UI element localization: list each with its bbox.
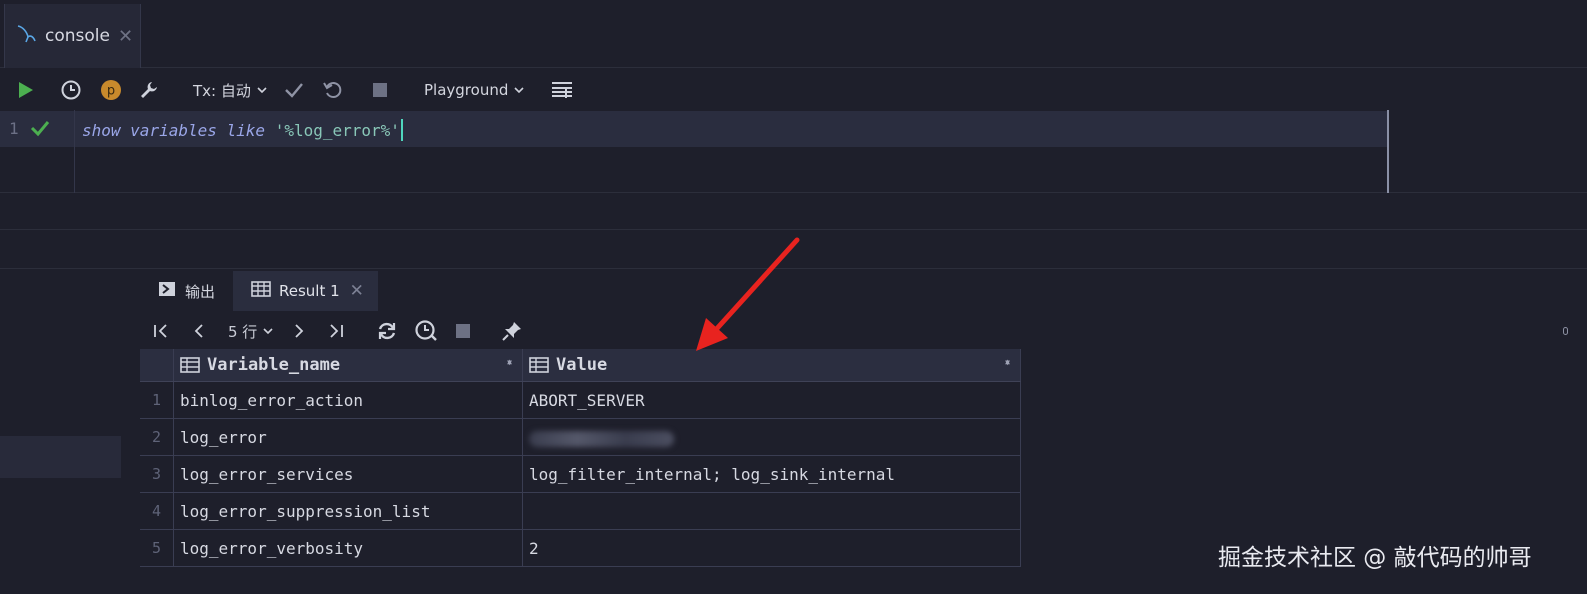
cell-value[interactable] xyxy=(523,493,1021,529)
first-page-icon[interactable] xyxy=(152,314,170,348)
wrench-icon[interactable] xyxy=(138,70,160,110)
tx-mode-label: Tx: 自动 xyxy=(193,81,251,100)
watermark: 掘金技术社区 @ 敲代码的帅哥 xyxy=(1218,545,1532,571)
tab-result-1[interactable]: Result 1 ✕ xyxy=(233,271,378,311)
cell-variable-name[interactable]: log_error_suppression_list xyxy=(174,493,523,529)
editor-tab-bar: console ✕ xyxy=(0,0,1587,68)
tab-output[interactable]: 输出 xyxy=(158,271,215,311)
rows-count-label: 5 行 xyxy=(228,322,258,341)
cell-variable-name[interactable]: binlog_error_action xyxy=(174,382,523,418)
gutter-divider xyxy=(74,110,75,193)
cell-value[interactable]: ABORT_SERVER xyxy=(523,382,1021,418)
cell-variable-name[interactable]: log_error_verbosity xyxy=(174,530,523,566)
close-icon[interactable]: ✕ xyxy=(350,281,364,301)
table-row[interactable]: 3 log_error_services log_filter_internal… xyxy=(140,456,1021,493)
cell-variable-name[interactable]: log_error_services xyxy=(174,456,523,492)
string-literal: '%log_error%' xyxy=(274,121,400,140)
cell-value[interactable]: 2 xyxy=(523,530,1021,566)
auto-refresh-icon[interactable] xyxy=(414,314,440,348)
run-icon[interactable] xyxy=(15,70,35,110)
svg-text:p: p xyxy=(107,84,115,99)
row-number: 4 xyxy=(140,493,174,529)
keyword-show: show xyxy=(82,121,121,140)
tab-console[interactable]: console ✕ xyxy=(4,4,141,68)
line-number: 1 xyxy=(9,119,19,138)
page-size-dropdown[interactable]: 5 行 xyxy=(228,314,274,348)
table-row[interactable]: 5 log_error_verbosity 2 xyxy=(140,530,1021,567)
sort-icon[interactable]: ▲ ▼ xyxy=(507,357,512,367)
right-margin-guide xyxy=(1387,110,1389,193)
console-output-icon xyxy=(158,281,176,301)
chevron-down-icon xyxy=(257,87,267,94)
keyword-like: like xyxy=(226,121,266,140)
tab-console-label: console xyxy=(45,26,110,46)
table-row[interactable]: 2 log_error xyxy=(140,419,1021,456)
query-toolbar: p Tx: 自动 Playground xyxy=(0,70,1587,110)
table-icon xyxy=(251,281,271,301)
next-page-icon[interactable] xyxy=(292,314,306,348)
text-caret xyxy=(400,119,403,141)
mysql-dolphin-icon xyxy=(15,23,39,49)
chevron-down-icon xyxy=(263,328,273,335)
row-number: 1 xyxy=(140,382,174,418)
sql-editor[interactable]: 1 show variables like '%log_error%' xyxy=(0,110,1587,193)
table-row[interactable]: 1 binlog_error_action ABORT_SERVER xyxy=(140,382,1021,419)
tab-result-label: Result 1 xyxy=(279,282,340,300)
row-number: 3 xyxy=(140,456,174,492)
playground-dropdown[interactable]: Playground xyxy=(424,70,525,110)
keyword-variables: variables xyxy=(130,121,217,140)
sort-icon[interactable]: ▲ ▼ xyxy=(1005,357,1010,367)
grid-header-row: Variable_name ▲ ▼ Value ▲ ▼ xyxy=(140,349,1021,382)
redacted-value xyxy=(529,430,674,447)
column-icon xyxy=(180,357,200,373)
tx-mode-dropdown[interactable]: Tx: 自动 xyxy=(193,70,268,110)
column-header-label: Variable_name xyxy=(207,354,341,375)
prev-page-icon[interactable] xyxy=(192,314,206,348)
table-row[interactable]: 4 log_error_suppression_list xyxy=(140,493,1021,530)
cell-value[interactable]: log_filter_internal; log_sink_internal xyxy=(523,456,1021,492)
tab-output-label: 输出 xyxy=(185,282,216,301)
output-layout-icon[interactable] xyxy=(551,70,573,110)
stop-icon[interactable] xyxy=(372,70,388,110)
success-check-icon xyxy=(30,119,50,141)
column-header-variable-name[interactable]: Variable_name ▲ ▼ xyxy=(174,349,523,381)
cancel-query-icon[interactable] xyxy=(455,314,471,348)
sql-code-line[interactable]: show variables like '%log_error%' xyxy=(82,119,403,141)
row-number: 5 xyxy=(140,530,174,566)
annotation-arrow-icon xyxy=(680,230,810,359)
services-panel-selection[interactable] xyxy=(0,436,121,478)
close-icon[interactable]: ✕ xyxy=(118,26,133,47)
cell-variable-name[interactable]: log_error xyxy=(174,419,523,455)
history-icon[interactable] xyxy=(60,70,82,110)
chevron-down-icon xyxy=(514,87,524,94)
parameters-icon[interactable]: p xyxy=(100,70,122,110)
row-number: 2 xyxy=(140,419,174,455)
last-page-icon[interactable] xyxy=(327,314,345,348)
rollback-icon[interactable] xyxy=(322,70,344,110)
column-header-label: Value xyxy=(556,354,608,375)
row-number-header xyxy=(140,349,174,381)
edge-handle[interactable] xyxy=(1563,327,1568,335)
pin-tab-icon[interactable] xyxy=(501,314,523,348)
reload-icon[interactable] xyxy=(376,314,398,348)
commit-check-icon[interactable] xyxy=(283,70,305,110)
cell-value-redacted[interactable] xyxy=(523,419,1021,455)
column-icon xyxy=(529,357,549,373)
playground-label: Playground xyxy=(424,81,509,99)
